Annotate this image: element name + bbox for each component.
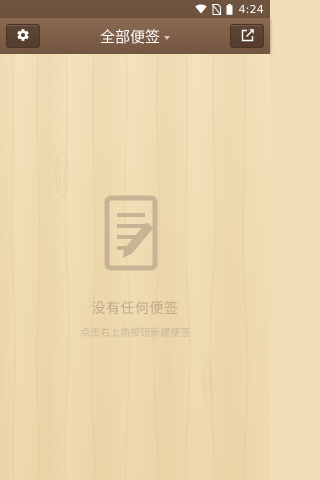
status-time: 4:24: [238, 2, 264, 16]
new-note-icon: [241, 27, 254, 46]
no-sim-icon: [212, 3, 222, 15]
new-note-button[interactable]: [230, 24, 264, 48]
empty-state-hint: 点击右上角按钮新建便签: [80, 328, 190, 339]
dropdown-arrow-icon: [164, 26, 170, 44]
wifi-icon: [195, 4, 208, 14]
page-title: 全部便签: [99, 27, 160, 46]
note-edit-icon: [103, 195, 171, 273]
notes-list-area: 没有任何便签 点击右上角按钮新建便签: [0, 54, 270, 480]
status-bar: 4:24: [0, 0, 270, 18]
empty-state-title: 没有任何便签: [91, 301, 179, 317]
battery-icon: [226, 3, 233, 15]
toolbar: 全部便签: [0, 18, 270, 54]
